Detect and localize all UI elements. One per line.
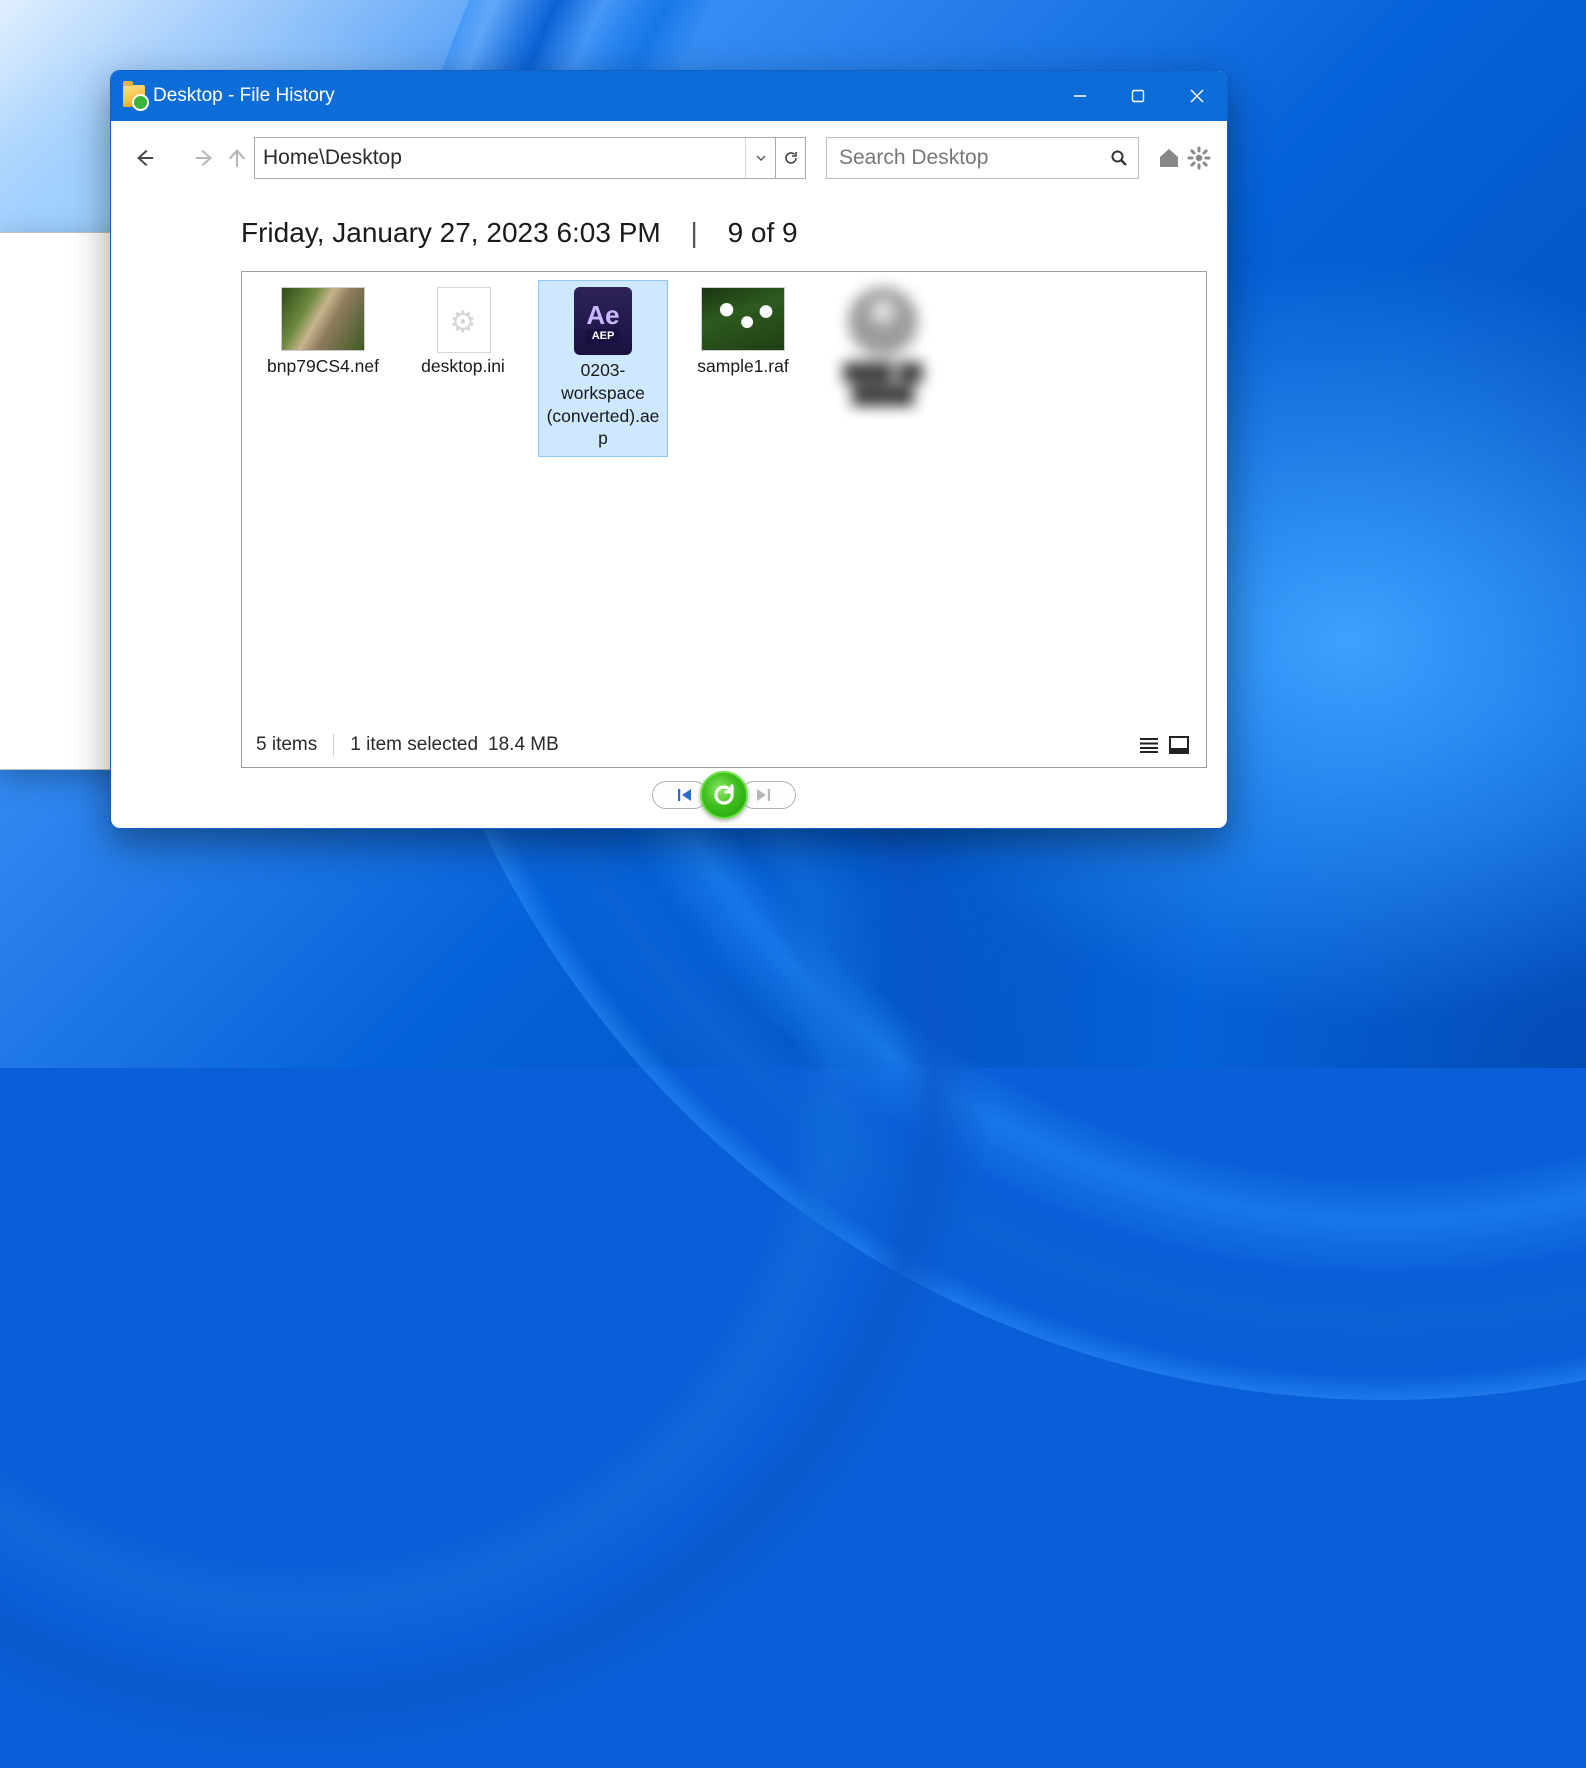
item-count: 5 items: [256, 734, 317, 756]
search-icon[interactable]: [1110, 149, 1128, 167]
photo-thumbnail-icon: [281, 287, 365, 351]
version-heading: Friday, January 27, 2023 6:03 PM | 9 of …: [241, 195, 1207, 271]
avatar-icon: [848, 287, 918, 357]
up-button[interactable]: [224, 141, 250, 175]
navigation-toolbar: Home\Desktop: [111, 121, 1227, 195]
version-timestamp: Friday, January 27, 2023 6:03 PM: [241, 217, 661, 248]
refresh-button[interactable]: [775, 138, 805, 178]
file-label: ████ ██ █████: [823, 361, 943, 407]
folder-history-icon: [123, 85, 145, 107]
thumbnails-view-button[interactable]: [1166, 734, 1192, 756]
status-bar: 5 items 1 item selected 18.4 MB: [242, 723, 1206, 767]
heading-separator: |: [691, 217, 698, 248]
photo-thumbnail-icon: [701, 287, 785, 351]
file-label: sample1.raf: [697, 355, 788, 378]
file-pane: bnp79CS4.nef desktop.ini AeAEP 0203-work…: [241, 271, 1207, 768]
forward-button[interactable]: [192, 141, 218, 175]
minimize-button[interactable]: [1051, 71, 1109, 121]
file-label: bnp79CS4.nef: [267, 355, 379, 378]
after-effects-icon: AeAEP: [574, 287, 632, 355]
close-button[interactable]: [1167, 71, 1227, 121]
restore-button[interactable]: [700, 771, 748, 819]
home-icon[interactable]: [1155, 144, 1183, 172]
ini-file-icon: [421, 287, 505, 351]
search-box[interactable]: [826, 137, 1139, 179]
history-controls: [241, 765, 1207, 825]
file-item-raf[interactable]: sample1.raf: [678, 280, 808, 457]
window-title: Desktop - File History: [153, 85, 335, 107]
file-label: 0203-workspace (converted).aep: [543, 359, 663, 450]
selection-size: 18.4 MB: [488, 734, 559, 756]
back-button[interactable]: [131, 141, 157, 175]
file-label: desktop.ini: [421, 355, 505, 378]
selection-count: 1 item selected: [350, 734, 478, 756]
content-area: Friday, January 27, 2023 6:03 PM | 9 of …: [111, 195, 1227, 828]
search-input[interactable]: [839, 146, 1110, 170]
maximize-button[interactable]: [1109, 71, 1167, 121]
gear-icon[interactable]: [1185, 144, 1213, 172]
address-bar[interactable]: Home\Desktop: [255, 138, 745, 178]
next-version-button[interactable]: [740, 781, 796, 809]
file-item-nef[interactable]: bnp79CS4.nef: [258, 280, 388, 457]
titlebar[interactable]: Desktop - File History: [111, 71, 1227, 121]
file-item-aep[interactable]: AeAEP 0203-workspace (converted).aep: [538, 280, 668, 457]
file-history-window: Desktop - File History Home\Desktop: [110, 70, 1228, 829]
file-grid[interactable]: bnp79CS4.nef desktop.ini AeAEP 0203-work…: [242, 272, 1206, 723]
version-position: 9 of 9: [728, 217, 798, 248]
address-text: Home\Desktop: [263, 146, 402, 170]
details-view-button[interactable]: [1136, 734, 1162, 756]
file-item-desktop-ini[interactable]: desktop.ini: [398, 280, 528, 457]
address-dropdown[interactable]: [745, 138, 775, 178]
file-item-redacted[interactable]: ████ ██ █████: [818, 280, 948, 457]
